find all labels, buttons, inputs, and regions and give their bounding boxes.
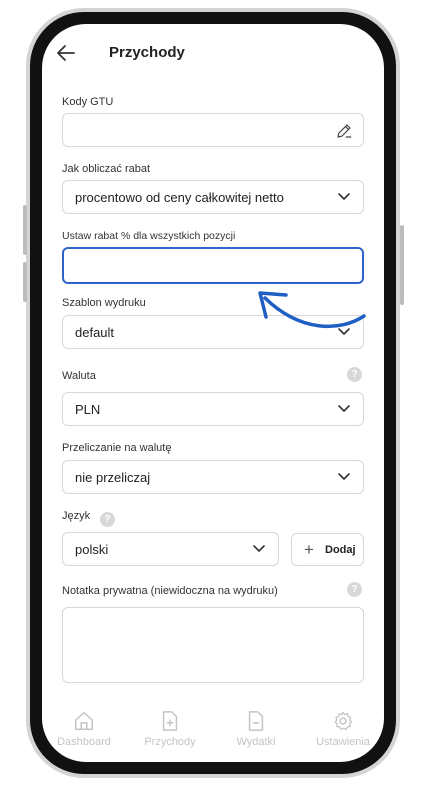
bottom-nav: Dashboard Przychody Wydatki Ustawienia [42, 704, 384, 762]
file-minus-icon [248, 711, 264, 731]
help-icon[interactable]: ? [347, 582, 362, 597]
chevron-down-icon [338, 405, 350, 412]
nav-item-ustawienia[interactable]: Ustawienia [300, 710, 384, 748]
arrow-left-icon[interactable] [54, 41, 78, 65]
phone-volume-button [23, 205, 27, 255]
nav-label-wydatki: Wydatki [236, 736, 276, 748]
app-header: Przychody [42, 24, 384, 80]
nav-item-dashboard[interactable]: Dashboard [42, 710, 127, 748]
discount-percent-input[interactable] [62, 247, 364, 284]
phone-power-button [400, 225, 404, 305]
currency-select[interactable]: PLN [62, 392, 364, 426]
private-note-textarea[interactable] [62, 607, 364, 683]
language-value: polski [75, 542, 109, 557]
add-language-button[interactable]: + Dodaj [291, 533, 364, 566]
print-template-select[interactable]: default [62, 315, 364, 349]
language-label: Język [62, 510, 91, 522]
nav-item-przychody[interactable]: Przychody [127, 710, 213, 748]
discount-percent-label: Ustaw rabat % dla wszystkich pozycji [62, 230, 236, 242]
help-icon[interactable]: ? [100, 512, 115, 527]
gtu-label: Kody GTU [62, 96, 114, 108]
phone-volume-button [23, 262, 27, 302]
print-template-value: default [75, 325, 115, 340]
page-title: Przychody [109, 44, 185, 61]
print-template-label: Szablon wydruku [62, 297, 146, 309]
home-icon [75, 712, 93, 730]
language-select[interactable]: polski [62, 532, 279, 566]
plus-icon: + [304, 540, 314, 559]
nav-label-dashboard: Dashboard [57, 736, 111, 748]
private-note-label: Notatka prywatna (niewidoczna na wydruku… [62, 585, 278, 597]
conversion-select[interactable]: nie przeliczaj [62, 460, 364, 494]
conversion-value: nie przeliczaj [75, 470, 151, 485]
currency-label: Waluta [62, 370, 96, 382]
app-screen: Przychody Kody GTU Jak obliczać rabat pr… [42, 24, 384, 762]
nav-item-wydatki[interactable]: Wydatki [213, 710, 299, 748]
gear-icon [334, 711, 353, 731]
chevron-down-icon [338, 193, 350, 200]
discount-method-value: procentowo od ceny całkowitej netto [75, 190, 284, 205]
discount-method-label: Jak obliczać rabat [62, 163, 151, 175]
chevron-down-icon [253, 545, 265, 552]
file-plus-icon [162, 711, 178, 731]
currency-value: PLN [75, 402, 101, 417]
conversion-label: Przeliczanie na walutę [62, 442, 172, 454]
add-language-label: Dodaj [325, 544, 356, 556]
gtu-field[interactable] [62, 113, 364, 147]
help-icon[interactable]: ? [347, 367, 362, 382]
pencil-icon[interactable] [335, 122, 353, 140]
chevron-down-icon [338, 473, 350, 480]
nav-label-przychody: Przychody [144, 736, 196, 748]
nav-label-ustawienia: Ustawienia [316, 736, 370, 748]
chevron-down-icon [338, 328, 350, 335]
discount-method-select[interactable]: procentowo od ceny całkowitej netto [62, 180, 364, 214]
